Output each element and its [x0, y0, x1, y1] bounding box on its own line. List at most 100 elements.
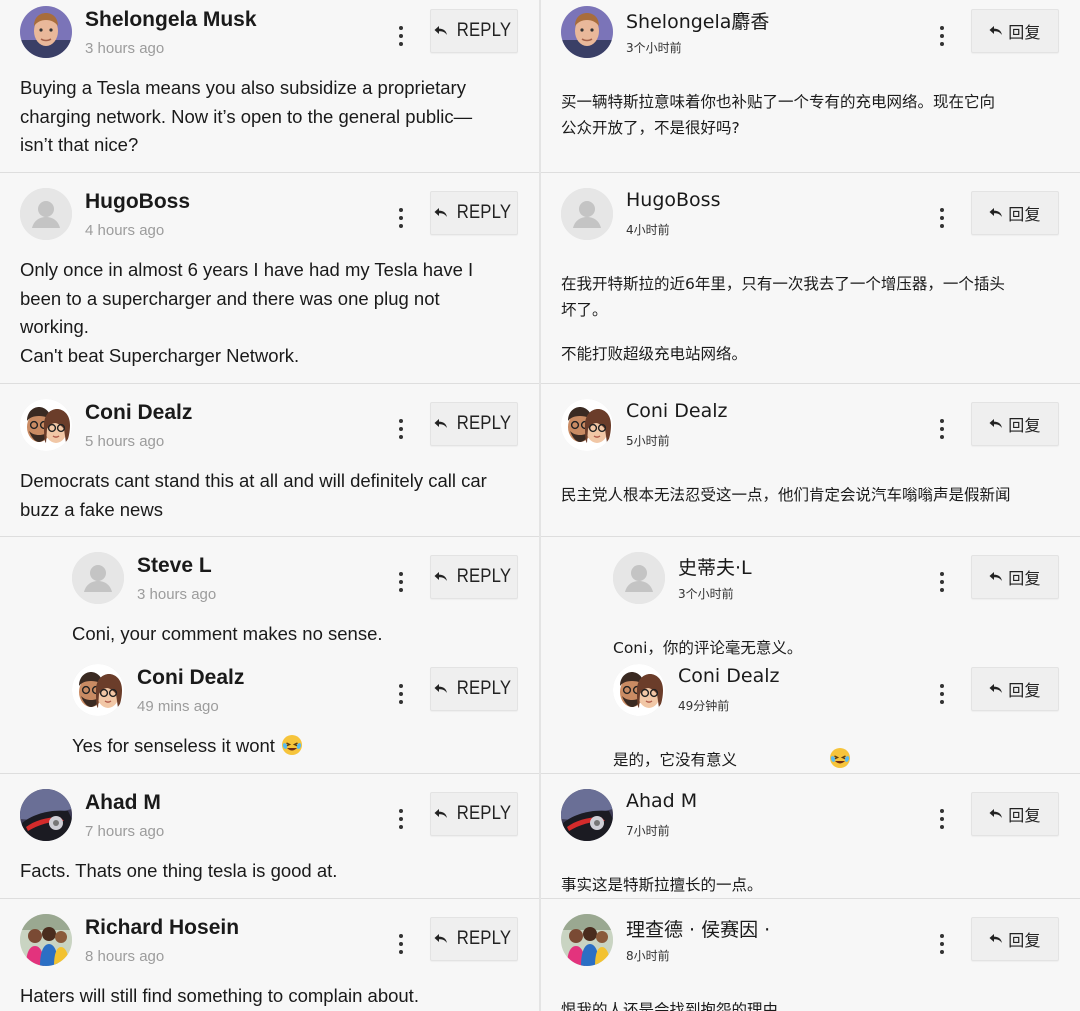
reply-button[interactable]: REPLY — [430, 191, 518, 235]
comment-body-line: Yes for senseless it wont — [72, 732, 520, 761]
more-options-icon[interactable] — [932, 568, 952, 596]
avatar[interactable] — [561, 789, 613, 841]
comment-separator — [541, 172, 1080, 173]
comment-author-name[interactable]: Ahad M — [626, 790, 697, 812]
comment-separator — [541, 383, 1080, 384]
comment-body-line: 民主党人根本无法忍受这一点，他们肯定会说汽车嗡嗡声是假新闻 — [561, 486, 1011, 504]
avatar[interactable] — [20, 188, 72, 240]
reply-arrow-icon — [434, 933, 448, 945]
reply-button[interactable]: REPLY — [430, 792, 518, 836]
comment-body-line: Can't beat Supercharger Network. — [20, 344, 300, 366]
comment-body-line: 公众开放了，不是很好吗? — [561, 119, 740, 137]
more-options-icon[interactable] — [391, 930, 411, 958]
comment-separator — [0, 172, 539, 173]
reply-button-label: REPLY — [456, 413, 511, 434]
comment-timestamp: 5小时前 — [626, 434, 670, 448]
avatar[interactable] — [561, 6, 613, 58]
more-options-icon[interactable] — [932, 930, 952, 958]
reply-button[interactable]: REPLY — [430, 555, 518, 599]
comment-separator — [0, 773, 539, 774]
comment-author-name[interactable]: Coni Dealz — [678, 665, 779, 687]
more-options-icon[interactable] — [391, 568, 411, 596]
comment-body: 事实这是特斯拉擅长的一点。 — [561, 872, 1061, 898]
avatar[interactable] — [72, 664, 124, 716]
comment-separator — [541, 898, 1080, 899]
reply-button-label: REPLY — [456, 803, 511, 824]
comment-author-name[interactable]: Ahad M — [85, 791, 161, 815]
comment-timestamp: 5 hours ago — [85, 433, 165, 450]
reply-button-label: REPLY — [456, 20, 511, 41]
comment-author-name[interactable]: HugoBoss — [626, 189, 720, 211]
comment-body: Only once in almost 6 years I have had m… — [20, 256, 520, 370]
reply-arrow-icon — [434, 207, 448, 219]
comment-timestamp: 8小时前 — [626, 949, 670, 963]
comment-author-name[interactable]: Shelongela Musk — [85, 8, 257, 32]
comment-author-name[interactable]: 理查德 · 侯赛因 · — [626, 915, 770, 942]
reply-arrow-icon — [989, 207, 1003, 219]
comment-author-name[interactable]: 史蒂夫·L — [678, 553, 752, 580]
comment-author-name[interactable]: Shelongela麝香 — [626, 7, 769, 34]
avatar[interactable] — [20, 789, 72, 841]
reply-button[interactable]: 回复 — [971, 191, 1059, 235]
comment-body: Facts. Thats one thing tesla is good at. — [20, 857, 520, 886]
avatar[interactable] — [20, 914, 72, 966]
more-options-icon[interactable] — [391, 805, 411, 833]
reply-button[interactable]: REPLY — [430, 667, 518, 711]
more-options-icon[interactable] — [391, 204, 411, 232]
comment-body-line: charging network. Now it’s open to the g… — [20, 105, 473, 127]
comment-author-name[interactable]: Coni Dealz — [85, 401, 192, 425]
reply-arrow-icon — [434, 683, 448, 695]
reply-arrow-icon — [434, 418, 448, 430]
comment-body: Coni, your comment makes no sense. — [72, 620, 520, 649]
reply-button-label: REPLY — [456, 202, 511, 223]
more-options-icon[interactable] — [391, 415, 411, 443]
more-options-icon[interactable] — [932, 680, 952, 708]
reply-button-label: REPLY — [456, 566, 511, 587]
more-options-icon[interactable] — [391, 680, 411, 708]
comment-author-name[interactable]: Coni Dealz — [626, 400, 727, 422]
reply-button[interactable]: 回复 — [971, 667, 1059, 711]
reply-arrow-icon — [989, 25, 1003, 37]
reply-button[interactable]: 回复 — [971, 9, 1059, 53]
reply-arrow-icon — [434, 25, 448, 37]
avatar[interactable] — [20, 6, 72, 58]
reply-button[interactable]: 回复 — [971, 792, 1059, 836]
reply-button[interactable]: REPLY — [430, 402, 518, 446]
comment-separator — [0, 536, 539, 537]
comment-body-line: 恨我的人还是会找到抱怨的理由。 — [561, 1001, 794, 1011]
more-options-icon[interactable] — [932, 805, 952, 833]
reply-arrow-icon — [989, 683, 1003, 695]
avatar[interactable] — [72, 552, 124, 604]
comment-timestamp: 7小时前 — [626, 824, 670, 838]
comment-body-line: Facts. Thats one thing tesla is good at. — [20, 860, 338, 881]
comment-author-name[interactable]: Steve L — [137, 554, 212, 578]
comment-timestamp: 3 hours ago — [85, 40, 165, 57]
avatar[interactable] — [613, 552, 665, 604]
comment-body-line: been to a supercharger and there was one… — [20, 287, 440, 309]
avatar[interactable] — [20, 399, 72, 451]
reply-button[interactable]: 回复 — [971, 917, 1059, 961]
comment-body-line: working. — [20, 316, 89, 337]
comment-body-line: Democrats cant stand this at all and wil… — [20, 470, 487, 491]
comment-timestamp: 3 hours ago — [137, 586, 217, 603]
avatar[interactable] — [561, 188, 613, 240]
reply-button[interactable]: 回复 — [971, 555, 1059, 599]
reply-button[interactable]: 回复 — [971, 402, 1059, 446]
reply-button[interactable]: REPLY — [430, 9, 518, 53]
more-options-icon[interactable] — [932, 22, 952, 50]
comment-author-name[interactable]: HugoBoss — [85, 190, 190, 214]
avatar[interactable] — [561, 399, 613, 451]
more-options-icon[interactable] — [932, 204, 952, 232]
reply-arrow-icon — [989, 418, 1003, 430]
comment-body-line: Buying a Tesla means you also subsidize … — [20, 77, 466, 98]
avatar[interactable] — [613, 664, 665, 716]
comment-timestamp: 8 hours ago — [85, 948, 165, 965]
more-options-icon[interactable] — [932, 415, 952, 443]
comment-body-line: buzz a fake news — [20, 498, 163, 520]
more-options-icon[interactable] — [391, 22, 411, 50]
reply-button[interactable]: REPLY — [430, 917, 518, 961]
comment-body-line: Haters will still find something to comp… — [20, 985, 419, 1006]
comment-author-name[interactable]: Richard Hosein — [85, 916, 239, 940]
comment-author-name[interactable]: Coni Dealz — [137, 666, 244, 690]
avatar[interactable] — [561, 914, 613, 966]
